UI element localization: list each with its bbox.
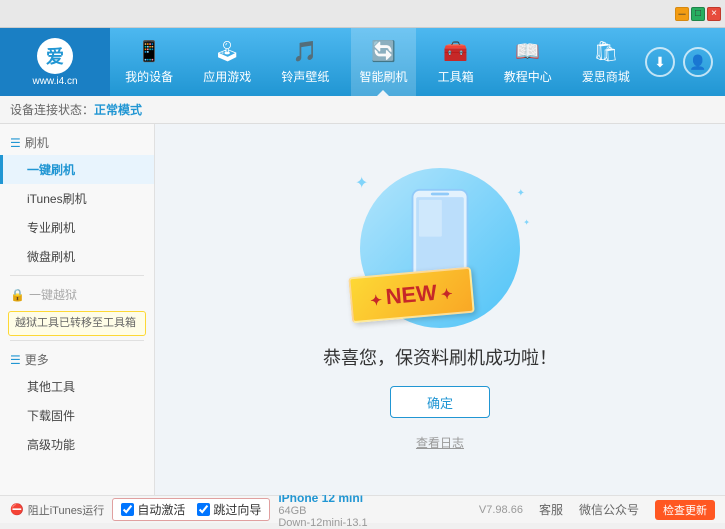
download-firmware-label: 下载固件 [27, 409, 75, 423]
device-storage: 64GB [278, 505, 367, 517]
status-prefix: 设备连接状态： [10, 101, 94, 118]
skip-guide-label: 跳过向导 [213, 501, 261, 518]
success-message: 恭喜您，保资料刷机成功啦！ [323, 344, 557, 370]
auto-restart-input[interactable] [121, 503, 134, 516]
itunes-status-label: 阻止iTunes运行 [28, 502, 105, 518]
main-layout: ☰ 刷机 一键刷机 iTunes刷机 专业刷机 微盘刷机 🔒 一键越狱 越狱工具… [0, 124, 725, 495]
status-bar: 设备连接状态： 正常模式 [0, 96, 725, 124]
logo-url: www.i4.cn [32, 76, 77, 87]
customer-service-link[interactable]: 客服 [539, 501, 563, 518]
maximize-button[interactable]: □ [691, 7, 705, 21]
nav-store[interactable]: 🛍 爱思商城 [574, 28, 638, 96]
tutorial-label: 教程中心 [504, 68, 552, 85]
logo-icon: 爱 [37, 38, 73, 74]
auto-restart-checkbox[interactable]: 自动激活 [121, 501, 185, 518]
auto-restart-label: 自动激活 [137, 501, 185, 518]
nav-apps-games[interactable]: 🕹 应用游戏 [195, 28, 259, 96]
view-log-link[interactable]: 查看日志 [416, 434, 464, 451]
nav-my-device[interactable]: 📱 我的设备 [117, 28, 181, 96]
one-click-flash-label: 一键刷机 [27, 163, 75, 177]
wechat-link[interactable]: 微信公众号 [579, 501, 639, 518]
sidebar-jailbreak-header: 🔒 一键越狱 [0, 280, 154, 307]
account-button[interactable]: 👤 [683, 47, 713, 77]
sparkle-2: ✦ [517, 188, 525, 199]
minimize-button[interactable]: － [675, 7, 689, 21]
window-controls: － □ × [675, 7, 721, 21]
jailbreak-section-icon: 🔒 [10, 288, 25, 302]
sidebar-item-download-firmware[interactable]: 下载固件 [0, 401, 154, 430]
flash-section-label: 刷机 [25, 134, 49, 151]
close-button[interactable]: × [707, 7, 721, 21]
sidebar: ☰ 刷机 一键刷机 iTunes刷机 专业刷机 微盘刷机 🔒 一键越狱 越狱工具… [0, 124, 155, 495]
nav-ringtones[interactable]: 🎵 铃声壁纸 [273, 28, 337, 96]
title-bar: － □ × [0, 0, 725, 28]
sidebar-divider-2 [10, 340, 144, 341]
nav-items: 📱 我的设备 🕹 应用游戏 🎵 铃声壁纸 🔄 智能刷机 🧰 工具箱 📖 教程中心… [110, 28, 645, 96]
success-illustration: ✦ ✦ ✦ NEW 恭喜您，保资料刷机成功啦！ 确定 查看日志 [323, 168, 557, 451]
toolbox-label: 工具箱 [438, 68, 474, 85]
itunes-status[interactable]: ⛔ 阻止iTunes运行 [10, 502, 104, 518]
ringtones-icon: 🎵 [293, 39, 318, 64]
itunes-status-icon: ⛔ [10, 503, 24, 516]
jailbreak-notice: 越狱工具已转移至工具箱 [8, 311, 146, 336]
itunes-flash-label: iTunes刷机 [27, 192, 87, 206]
sidebar-divider-1 [10, 275, 144, 276]
store-label: 爱思商城 [582, 68, 630, 85]
toolbox-icon: 🧰 [443, 39, 468, 64]
flash-section-icon: ☰ [10, 136, 21, 150]
footer-right: V7.98.66 客服 微信公众号 检查更新 [479, 500, 715, 520]
sidebar-item-advanced[interactable]: 高级功能 [0, 430, 154, 459]
sidebar-item-one-click-flash[interactable]: 一键刷机 [0, 155, 154, 184]
tutorial-icon: 📖 [515, 39, 540, 64]
nav-right-controls: ⬇ 👤 [645, 47, 725, 77]
skip-guide-input[interactable] [197, 503, 210, 516]
confirm-button[interactable]: 确定 [390, 386, 490, 418]
top-nav: 爱 www.i4.cn 📱 我的设备 🕹 应用游戏 🎵 铃声壁纸 🔄 智能刷机 … [0, 28, 725, 96]
sidebar-item-itunes-flash[interactable]: iTunes刷机 [0, 184, 154, 213]
pro-flash-label: 专业刷机 [27, 221, 75, 235]
more-section-label: 更多 [25, 351, 49, 368]
ringtones-label: 铃声壁纸 [281, 68, 329, 85]
phone-badge-container: ✦ ✦ ✦ NEW [350, 168, 530, 328]
logo-area[interactable]: 爱 www.i4.cn [0, 28, 110, 96]
sparkle-3: ✦ [523, 218, 530, 227]
nav-tutorial[interactable]: 📖 教程中心 [496, 28, 560, 96]
jailbreak-section-label: 一键越狱 [29, 286, 77, 303]
disk-flash-label: 微盘刷机 [27, 250, 75, 264]
my-device-icon: 📱 [137, 39, 162, 64]
check-update-button[interactable]: 检查更新 [655, 500, 715, 520]
checkbox-group: 自动激活 跳过向导 [112, 498, 270, 521]
sidebar-item-disk-flash[interactable]: 微盘刷机 [0, 242, 154, 271]
more-section-icon: ☰ [10, 353, 21, 367]
nav-smart-flash[interactable]: 🔄 智能刷机 [351, 28, 415, 96]
apps-games-icon: 🕹 [215, 39, 240, 64]
download-button[interactable]: ⬇ [645, 47, 675, 77]
sidebar-flash-header: ☰ 刷机 [0, 128, 154, 155]
advanced-label: 高级功能 [27, 438, 75, 452]
version-text: V7.98.66 [479, 504, 523, 516]
sidebar-item-pro-flash[interactable]: 专业刷机 [0, 213, 154, 242]
my-device-label: 我的设备 [125, 68, 173, 85]
smart-flash-label: 智能刷机 [359, 68, 407, 85]
apps-games-label: 应用游戏 [203, 68, 251, 85]
sparkle-1: ✦ [355, 173, 368, 193]
footer: ⛔ 阻止iTunes运行 自动激活 跳过向导 iPhone 12 mini 64… [0, 495, 725, 523]
store-icon: 🛍 [593, 39, 618, 64]
skip-guide-checkbox[interactable]: 跳过向导 [197, 501, 261, 518]
nav-toolbox[interactable]: 🧰 工具箱 [430, 28, 482, 96]
other-tools-label: 其他工具 [27, 380, 75, 394]
sidebar-item-other-tools[interactable]: 其他工具 [0, 372, 154, 401]
status-value: 正常模式 [94, 101, 142, 118]
sidebar-more-header: ☰ 更多 [0, 345, 154, 372]
smart-flash-icon: 🔄 [371, 39, 396, 64]
content-area: ✦ ✦ ✦ NEW 恭喜您，保资料刷机成功啦！ 确定 查看日志 [155, 124, 725, 495]
